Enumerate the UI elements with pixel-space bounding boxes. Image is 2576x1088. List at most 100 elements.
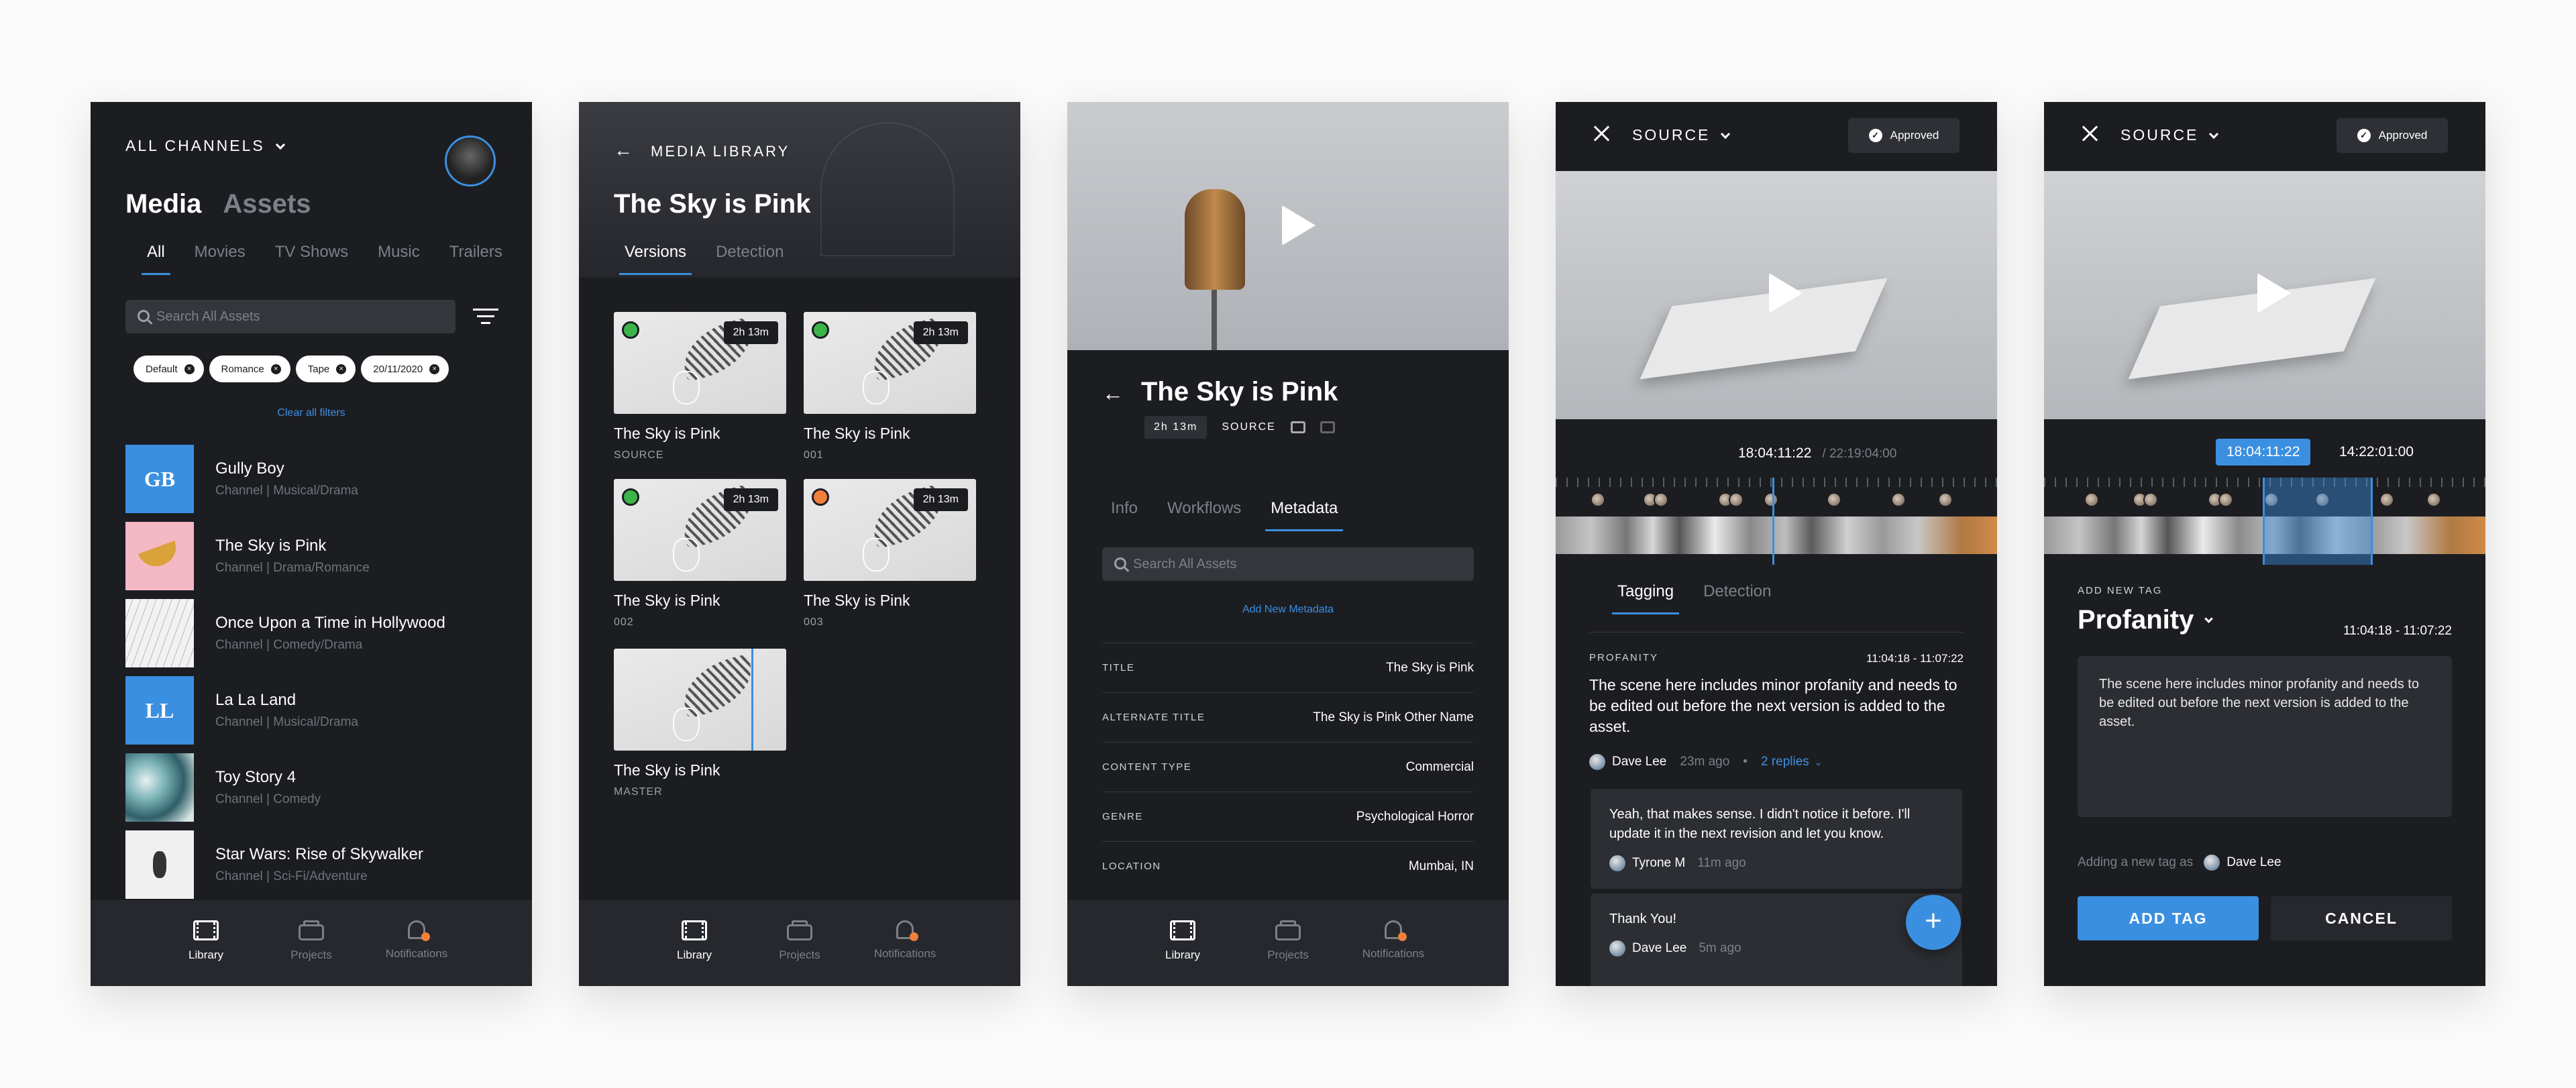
chip-romance[interactable]: Romance × <box>209 356 290 382</box>
nav-notifications[interactable]: Notifications <box>364 900 470 986</box>
list-item[interactable]: The Sky is Pink Channel | Drama/Romance <box>125 522 370 590</box>
tab-metadata[interactable]: Metadata <box>1265 499 1344 531</box>
close-icon[interactable] <box>2082 125 2099 142</box>
version-card[interactable]: 2h 13m The Sky is Pink 002 <box>614 479 786 629</box>
tag-type-selector[interactable]: Profanity <box>2078 605 2214 635</box>
list-item[interactable]: Once Upon a Time in Hollywood Channel | C… <box>125 599 445 667</box>
tab-all[interactable]: All <box>142 243 170 275</box>
metadata-key: GENRE <box>1102 811 1143 822</box>
add-tag-button[interactable]: ADD TAG <box>2078 896 2259 940</box>
back-nav[interactable]: ← MEDIA LIBRARY <box>614 140 790 161</box>
item-title: The Sky is Pink <box>215 537 327 555</box>
channel-selector[interactable]: ALL CHANNELS <box>125 137 285 155</box>
nav-projects[interactable]: Projects <box>747 900 853 986</box>
video-preview[interactable] <box>2044 171 2485 419</box>
clear-filters-link[interactable]: Clear all filters <box>91 407 532 419</box>
tab-tagging[interactable]: Tagging <box>1611 582 1680 614</box>
playhead[interactable] <box>1772 478 1774 565</box>
playhead <box>751 649 753 751</box>
timeline[interactable] <box>1556 478 1997 565</box>
avatar[interactable] <box>445 135 496 186</box>
item-subtitle: Channel | Drama/Romance <box>215 561 370 575</box>
nav-notifications[interactable]: Notifications <box>1341 900 1446 986</box>
tab-detection[interactable]: Detection <box>716 243 784 262</box>
metadata-row: ALTERNATE TITLE The Sky is Pink Other Nam… <box>1102 692 1474 742</box>
video-preview[interactable] <box>1556 171 1997 419</box>
avatar <box>1609 855 1625 871</box>
metadata-value[interactable]: Psychological Horror <box>1356 810 1474 824</box>
video-preview[interactable] <box>1067 102 1509 350</box>
nav-projects[interactable]: Projects <box>1236 900 1341 986</box>
tag-description-field[interactable]: The scene here includes minor profanity … <box>2078 656 2452 817</box>
nav-notifications[interactable]: Notifications <box>853 900 958 986</box>
arrow-left-icon: ← <box>614 140 635 160</box>
title-assets[interactable]: Assets <box>223 189 311 219</box>
chevron-down-icon[interactable]: ⌄ <box>1815 757 1823 768</box>
tab-trailers[interactable]: Trailers <box>449 243 502 262</box>
metadata-value[interactable]: The Sky is Pink <box>1386 661 1474 675</box>
play-icon[interactable] <box>2257 273 2291 313</box>
add-metadata-link[interactable]: Add New Metadata <box>1067 604 1509 616</box>
nav-library[interactable]: Library <box>1130 900 1236 986</box>
play-icon[interactable] <box>1282 205 1316 246</box>
tag-type: Profanity <box>2078 605 2194 635</box>
version-card[interactable]: 2h 13m The Sky is Pink 001 <box>804 312 976 461</box>
close-icon[interactable]: × <box>336 364 347 374</box>
version-card[interactable]: 2h 13m The Sky is Pink SOURCE <box>614 312 786 461</box>
arrow-left-icon[interactable]: ← <box>1102 381 1124 405</box>
tab-movies[interactable]: Movies <box>195 243 246 262</box>
reply-time: 5m ago <box>1699 941 1741 955</box>
vase-image <box>673 538 700 572</box>
range-end-time[interactable]: 14:22:01:00 <box>2339 444 2414 460</box>
range-start-time[interactable]: 18:04:11:22 <box>2216 439 2311 466</box>
close-icon[interactable]: × <box>184 364 195 374</box>
chip-default[interactable]: Default × <box>133 356 204 382</box>
version-card[interactable]: The Sky is Pink MASTER <box>614 649 786 798</box>
source-selector[interactable]: SOURCE <box>1632 126 1731 144</box>
tab-versions[interactable]: Versions <box>619 243 692 275</box>
nav-library[interactable]: Library <box>154 900 259 986</box>
bottom-nav: Library Projects Notifications <box>579 900 1020 986</box>
search-input[interactable]: Search All Assets <box>125 300 455 333</box>
title-media[interactable]: Media <box>125 189 201 219</box>
search-input[interactable]: Search All Assets <box>1102 547 1474 581</box>
approved-badge[interactable]: ✓ Approved <box>2337 118 2448 153</box>
list-item[interactable]: Toy Story 4 Channel | Comedy <box>125 753 321 822</box>
close-icon[interactable]: × <box>270 364 281 374</box>
close-icon[interactable] <box>1593 125 1611 142</box>
tab-detection[interactable]: Detection <box>1703 582 1771 601</box>
list-item[interactable]: LL La La Land Channel | Musical/Drama <box>125 676 358 745</box>
nav-projects[interactable]: Projects <box>259 900 364 986</box>
tab-info[interactable]: Info <box>1111 499 1138 518</box>
thumbnail: LL <box>125 676 194 745</box>
screen-tagging: SOURCE ✓ Approved 18:04:11:22 / 22:19:04:0… <box>1556 102 1997 986</box>
timeline[interactable] <box>2044 478 2485 565</box>
play-icon[interactable] <box>1769 273 1803 313</box>
selection-range[interactable] <box>2263 478 2373 565</box>
cancel-button[interactable]: CANCEL <box>2271 896 2452 940</box>
tab-music[interactable]: Music <box>378 243 420 262</box>
reply-card: Yeah, that makes sense. I didn't notice … <box>1591 789 1962 889</box>
filter-icon[interactable] <box>473 309 498 324</box>
chip-tape[interactable]: Tape × <box>295 356 356 382</box>
tab-workflows[interactable]: Workflows <box>1167 499 1241 518</box>
approved-badge[interactable]: ✓ Approved <box>1848 118 1960 153</box>
nav-library[interactable]: Library <box>642 900 747 986</box>
version-card[interactable]: 2h 13m The Sky is Pink 003 <box>804 479 976 629</box>
face-markers <box>1556 492 1997 512</box>
chip-date[interactable]: 20/11/2020 × <box>361 356 449 382</box>
list-item[interactable]: GB Gully Boy Channel | Musical/Drama <box>125 445 358 513</box>
close-icon[interactable]: × <box>429 364 440 374</box>
metadata-value[interactable]: Mumbai, IN <box>1409 859 1474 874</box>
add-tag-fab[interactable]: + <box>1906 895 1961 950</box>
metadata-row: CONTENT TYPE Commercial <box>1102 742 1474 792</box>
replies-link[interactable]: 2 replies <box>1761 755 1809 769</box>
source-selector[interactable]: SOURCE <box>2121 126 2219 144</box>
metadata-value[interactable]: Commercial <box>1406 760 1474 775</box>
banana-image <box>138 540 182 572</box>
tab-tv-shows[interactable]: TV Shows <box>275 243 348 262</box>
tag-body: The scene here includes minor profanity … <box>1589 676 1957 735</box>
nav-label: Library <box>1165 948 1200 961</box>
list-item[interactable]: Star Wars: Rise of Skywalker Channel | Sc… <box>125 830 423 899</box>
metadata-value[interactable]: The Sky is Pink Other Name <box>1313 710 1474 725</box>
